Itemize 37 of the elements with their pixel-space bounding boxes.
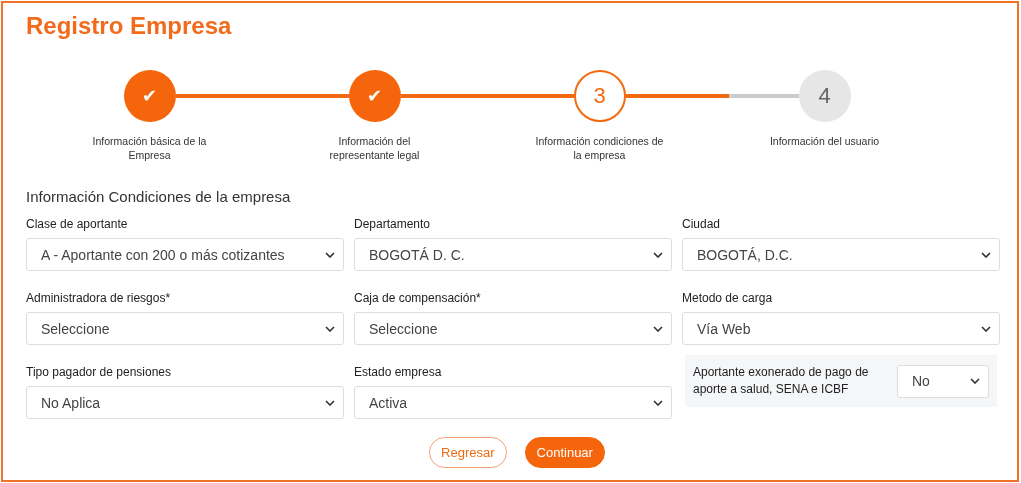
step-circle: ✔ — [348, 70, 401, 122]
chevron-icon — [653, 399, 663, 406]
chevron-icon — [653, 251, 663, 258]
select-field[interactable]: Vía Web — [682, 312, 1000, 345]
field-label: Metodo de carga — [682, 291, 774, 305]
step-circle: ✔ — [123, 70, 176, 122]
field-label: Tipo pagador de pensiones — [26, 365, 172, 379]
field-label: Clase de aportante — [26, 217, 129, 231]
chevron-icon — [325, 399, 335, 406]
step-circle: 3 — [573, 70, 626, 122]
section-title: Información Condiciones de la empresa — [26, 188, 292, 205]
select-field[interactable]: Seleccione — [354, 312, 672, 345]
chevron-icon — [325, 325, 335, 332]
field-label: Departamento — [354, 217, 432, 231]
chevron-icon — [325, 251, 335, 258]
page-title: Registro Empresa — [26, 12, 233, 40]
step-circle: 4 — [798, 70, 851, 122]
select-field[interactable]: No Aplica — [26, 386, 344, 419]
field-label: Administradora de riesgos* — [26, 291, 172, 305]
field-label: Estado empresa — [354, 365, 443, 379]
chevron-icon — [981, 325, 991, 332]
step-label: Información básica de la Empresa — [91, 134, 208, 162]
select-field[interactable]: Activa — [354, 386, 672, 419]
select-field[interactable]: BOGOTÁ D. C. — [354, 238, 672, 271]
chevron-icon — [653, 325, 663, 332]
select-field[interactable]: A - Aportante con 200 o más cotizantes — [26, 238, 344, 271]
field-label: Aportante exonerado de pago de aporte a salud, SENA e ICBF — [693, 364, 870, 398]
select-field[interactable]: No — [897, 364, 989, 398]
select-field[interactable]: Seleccione — [26, 312, 344, 345]
field-label: Caja de compensación* — [354, 291, 482, 305]
step-label: Información condiciones de la empresa — [534, 134, 665, 162]
step-label: Información del usuario — [768, 134, 881, 148]
select-field[interactable]: BOGOTÁ, D.C. — [682, 238, 1000, 271]
step-label: Información del representante legal — [328, 134, 421, 162]
chevron-icon — [970, 378, 980, 384]
field-label: Ciudad — [682, 217, 722, 231]
chevron-icon — [981, 251, 991, 258]
